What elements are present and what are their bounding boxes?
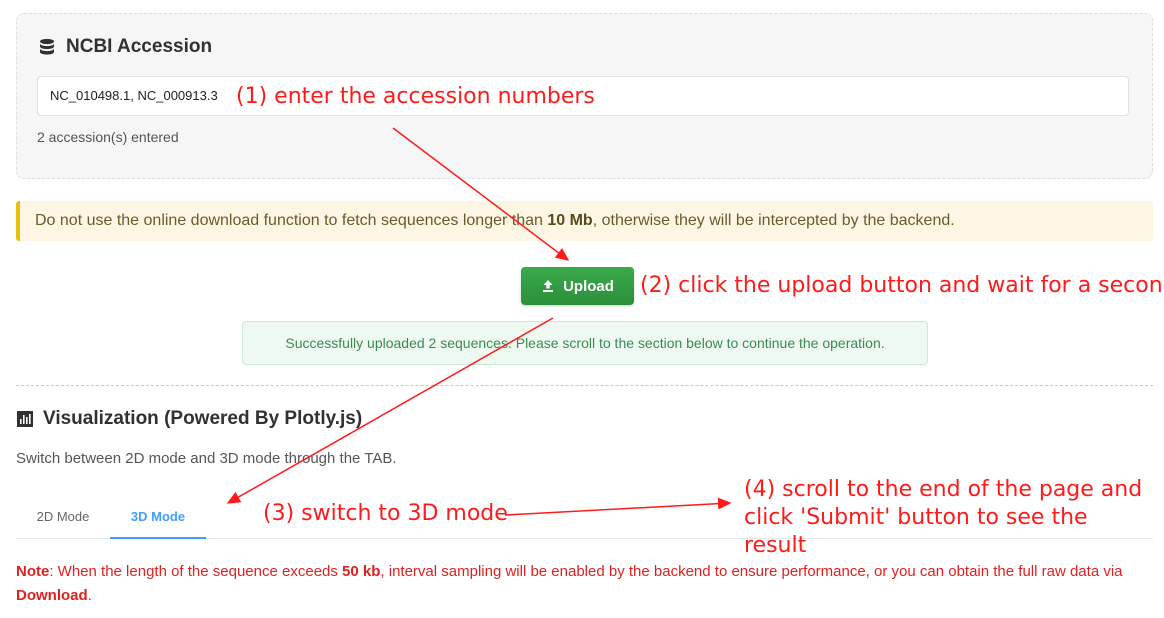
tab-2d-mode[interactable]: 2D Mode [19,498,107,537]
chart-icon [17,411,33,427]
database-icon [40,38,54,55]
sampling-note: Note: When the length of the sequence ex… [16,560,1146,608]
tab-3d-mode[interactable]: 3D Mode [110,498,206,539]
section-divider [16,385,1153,386]
note-size: 50 kb [342,563,381,580]
ncbi-accession-heading: NCBI Accession [38,36,212,58]
visualization-heading: Visualization (Powered By Plotly.js) [16,408,362,430]
annotation-step-4: (4) scroll to the end of the page and cl… [744,477,1143,558]
size-warning: Do not use the online download function … [16,201,1153,241]
annotation-step-2: (2) click the upload button and wait for… [640,273,1164,298]
warning-limit: 10 Mb [547,212,593,229]
note-text-1: : When the length of the sequence exceed… [49,563,343,580]
note-end: . [87,587,92,604]
visualization-description: Switch between 2D mode and 3D mode throu… [16,450,397,467]
upload-label: Upload [563,277,614,295]
annotation-step-3: (3) switch to 3D mode [263,501,508,526]
warning-suffix: , otherwise they will be intercepted by … [592,212,955,229]
note-label: Note [16,563,50,580]
upload-icon [543,280,554,292]
upload-button[interactable]: Upload [521,267,634,305]
annotation-step-1: (1) enter the accession numbers [236,84,595,109]
panel-title: NCBI Accession [66,36,213,57]
note-text-2: , interval sampling will be enabled by t… [380,563,1123,580]
accession-count: 2 accession(s) entered [37,129,179,145]
success-alert: Successfully uploaded 2 sequences. Pleas… [242,321,928,365]
warning-prefix: Do not use the online download function … [35,212,548,229]
visualization-title: Visualization (Powered By Plotly.js) [43,408,363,429]
download-link[interactable]: Download [16,587,88,604]
